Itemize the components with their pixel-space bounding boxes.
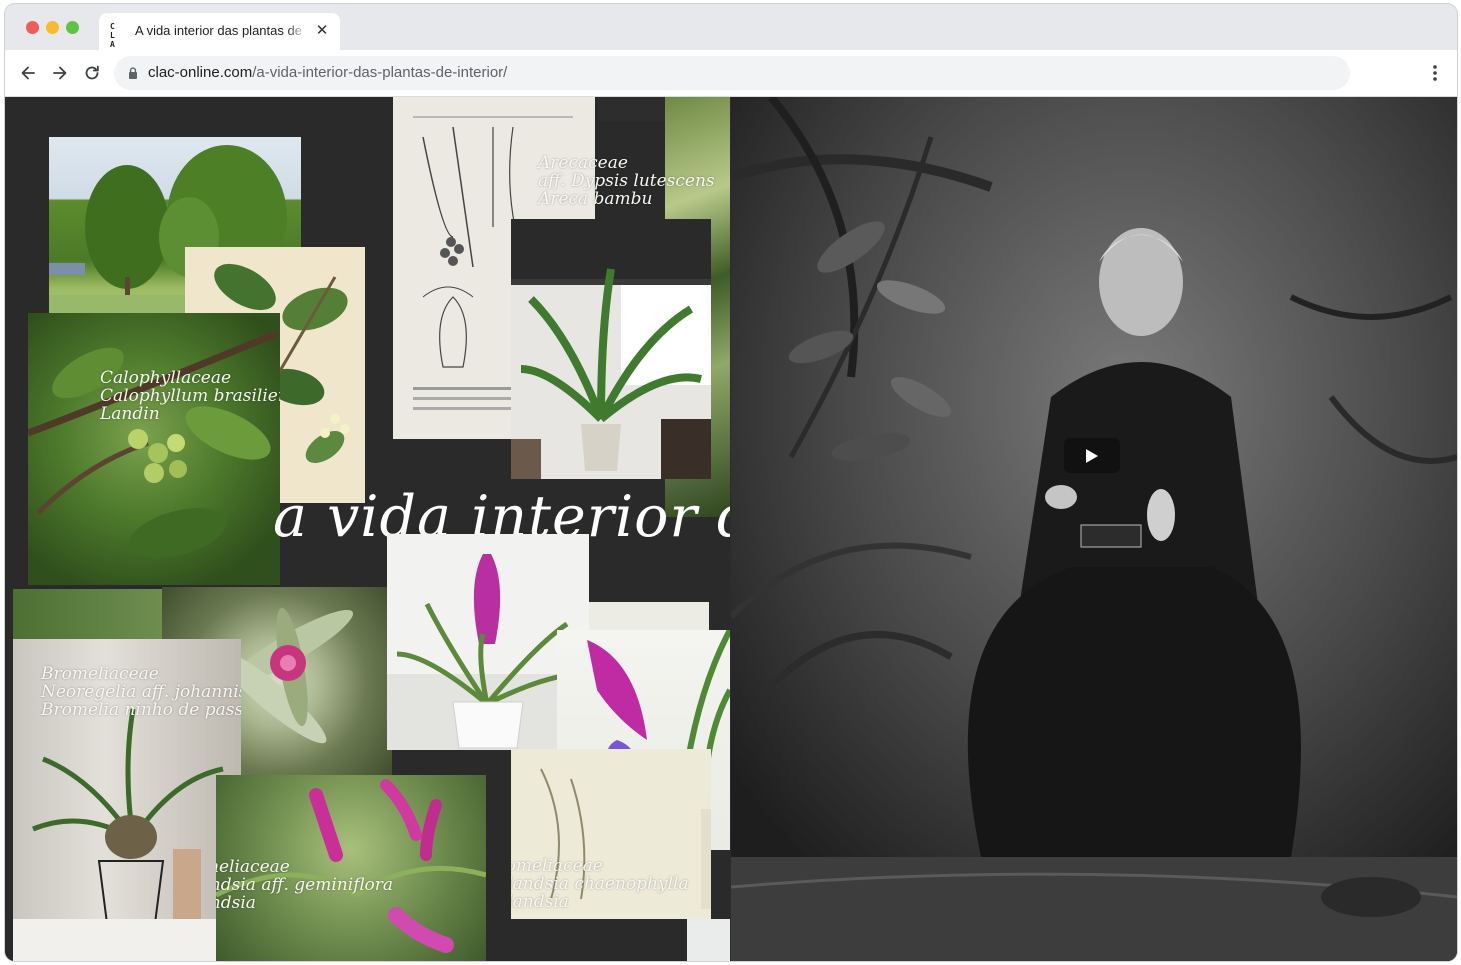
site-favicon-icon: C LA C bbox=[110, 22, 117, 58]
play-button[interactable] bbox=[1064, 438, 1120, 473]
address-bar[interactable]: clac-online.com/a-vida-interior-das-plan… bbox=[114, 56, 1350, 90]
browser-toolbar: clac-online.com/a-vida-interior-das-plan… bbox=[5, 50, 1457, 97]
caption-geminiflora: Bromeliaceae Tillandsia aff. geminiflora… bbox=[216, 857, 394, 913]
caption-neoregelia: Bromeliaceae Neoregelia aff. johannis Br… bbox=[41, 664, 241, 720]
kokedama-photo: Bromeliaceae Neoregelia aff. johannis Br… bbox=[13, 639, 241, 961]
tab-strip: C LA C A vida interior das plantas de in… bbox=[5, 4, 1457, 58]
forward-button[interactable] bbox=[48, 61, 72, 85]
tab-title: A vida interior das plantas de interior bbox=[135, 23, 307, 38]
herbarium-sheet: Bromeliaceae Tillandsia chaenophylla Til… bbox=[511, 749, 711, 919]
url-path: /a-vida-interior-das-plantas-de-interior… bbox=[252, 64, 508, 81]
forward-arrow-icon bbox=[53, 66, 67, 80]
caption-calophyllaceae: Calophyllaceae Calophyllum brasiliense L… bbox=[100, 368, 280, 424]
minimize-window-button[interactable] bbox=[46, 21, 59, 34]
areca-plant bbox=[511, 219, 711, 479]
back-arrow-icon bbox=[21, 66, 35, 80]
lock-icon bbox=[129, 67, 137, 79]
close-window-button[interactable] bbox=[26, 21, 39, 34]
tab-close-button[interactable]: ✕ bbox=[313, 22, 331, 40]
browser-window: C LA C A vida interior das plantas de in… bbox=[5, 4, 1457, 961]
browser-tab[interactable]: C LA C A vida interior das plantas de in… bbox=[99, 13, 340, 58]
web-content: Calophyllaceae Calophyllum brasiliense L… bbox=[5, 97, 1457, 961]
corner-photo bbox=[687, 919, 730, 961]
plant-collage: Calophyllaceae Calophyllum brasiliense L… bbox=[5, 97, 730, 961]
maximize-window-button[interactable] bbox=[66, 21, 79, 34]
calophyllum-photo: Calophyllaceae Calophyllum brasiliense L… bbox=[28, 313, 280, 585]
reload-button[interactable] bbox=[80, 61, 104, 85]
reload-icon bbox=[85, 65, 99, 80]
url-text: clac-online.com/a-vida-interior-das-plan… bbox=[148, 64, 507, 81]
kebab-menu-icon[interactable] bbox=[1426, 61, 1444, 85]
label-strip bbox=[589, 602, 709, 630]
play-icon bbox=[1086, 448, 1098, 463]
url-domain: clac-online.com bbox=[148, 64, 253, 81]
historical-portrait bbox=[731, 97, 1457, 961]
caption-chaenophylla: Bromeliaceae Tillandsia chaenophylla Til… bbox=[511, 856, 689, 912]
caption-arecaceae: Arecaceae aff. Dypsis lutescens Areca ba… bbox=[538, 153, 715, 209]
geminiflora-photo: Bromeliaceae Tillandsia aff. geminiflora… bbox=[216, 775, 486, 961]
back-button[interactable] bbox=[16, 61, 40, 85]
calophyllum-fruits bbox=[28, 329, 280, 558]
areca-interior-photo bbox=[511, 219, 711, 479]
video-player[interactable] bbox=[731, 97, 1457, 961]
